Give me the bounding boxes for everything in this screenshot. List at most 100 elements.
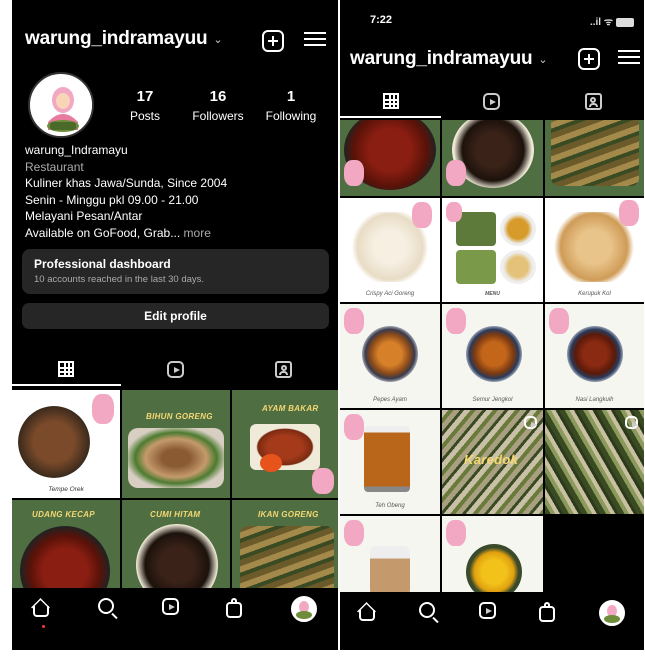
edit-profile-button[interactable]: Edit profile [22, 303, 329, 329]
profile-tabs [12, 352, 338, 386]
nav-reels[interactable] [479, 602, 501, 624]
reels-icon [479, 602, 496, 619]
professional-dashboard[interactable]: Professional dashboard 10 accounts reach… [22, 249, 329, 294]
more-link[interactable]: more [184, 226, 211, 240]
profile-bio: warung_Indramayu Restaurant Kuliner khas… [25, 142, 227, 241]
posts-value: 17 [136, 88, 154, 105]
post-caption: Crispy Aci Goreng [365, 291, 415, 297]
grid-icon [382, 93, 399, 109]
bio-line: Melayani Pesan/Antar [25, 209, 143, 223]
shop-icon [226, 598, 243, 618]
dashboard-subtitle: 10 accounts reached in the last 30 days. [34, 274, 205, 285]
bio-line: Kuliner khas Jawa/Sunda, Since 2004 [25, 176, 228, 190]
status-icons: ..il ᯤ [590, 14, 634, 28]
bio-line: Senin - Minggu pkl 09.00 - 21.00 [25, 192, 199, 207]
post-tile[interactable] [340, 120, 440, 196]
nav-profile-avatar[interactable] [599, 600, 625, 626]
category-label: Restaurant [25, 159, 84, 174]
reels-icon [625, 416, 638, 429]
nav-shop[interactable] [539, 602, 561, 624]
post-caption: IKAN GORENG [258, 510, 319, 519]
menu-icon[interactable] [304, 28, 326, 50]
followers-count[interactable]: 16 Followers [183, 88, 253, 123]
profile-screen-left: warung_indramayuu ⌄ 17 Posts 16 Follower… [12, 0, 338, 650]
post-tile[interactable]: Karedok [442, 410, 543, 514]
bio-line: Available on GoFood, Grab... [25, 225, 181, 240]
avatar-logo-icon [604, 605, 620, 623]
post-tile[interactable] [340, 516, 440, 592]
username-label[interactable]: warung_indramayuu [350, 48, 533, 70]
post-caption: Semur Jengkol [472, 397, 513, 403]
post-tile[interactable]: Crispy Aci Goreng [340, 198, 440, 302]
post-caption: CUMI HITAM [150, 510, 201, 519]
post-tile[interactable]: Semur Jengkol [442, 304, 543, 408]
bottom-nav [12, 588, 338, 630]
nav-profile-avatar[interactable] [290, 596, 317, 622]
nav-search[interactable] [97, 598, 120, 620]
post-caption: Teh Obeng [375, 503, 405, 509]
nav-shop[interactable] [226, 598, 248, 620]
tab-reels[interactable] [441, 84, 542, 118]
bottom-nav [340, 592, 644, 634]
home-icon [33, 606, 50, 617]
nav-home[interactable] [359, 602, 381, 624]
posts-count[interactable]: 17 Posts [110, 88, 180, 123]
following-count[interactable]: 1 Following [256, 88, 326, 123]
avatar-logo-icon [31, 75, 92, 136]
post-tile[interactable]: Kerupuk Kol [545, 198, 644, 302]
post-tile[interactable]: MENU [442, 198, 543, 302]
status-time: 7:22 [370, 14, 393, 26]
post-caption: BIHUN GORENG [146, 412, 213, 421]
avatar[interactable] [28, 72, 94, 138]
post-grid: Tempe Orek BIHUN GORENG AYAM BAKAR UDANG… [12, 390, 338, 608]
tagged-icon [275, 360, 293, 378]
profile-tabs [340, 84, 644, 118]
signal-wifi-icon: ..il ᯤ [589, 17, 613, 28]
post-caption: Pepes Ayam [373, 397, 407, 403]
display-name: warung_Indramayu [25, 143, 128, 157]
avatar-logo-icon [295, 601, 312, 619]
status-bar: 7:22 ..il ᯤ [340, 0, 644, 30]
username-label[interactable]: warung_indramayuu [25, 28, 208, 50]
reels-icon [524, 416, 537, 429]
post-tile[interactable]: Nasi Langkuih [545, 304, 644, 408]
post-grid: Crispy Aci Goreng MENU Kerupuk Kol Pepes… [340, 120, 644, 592]
grid-icon [58, 361, 75, 377]
new-post-icon[interactable] [262, 30, 284, 52]
post-tile[interactable] [545, 120, 644, 196]
post-tile[interactable] [545, 410, 644, 514]
reels-icon [161, 598, 179, 615]
tab-grid[interactable] [340, 84, 442, 118]
post-caption: Kerupuk Kol [578, 291, 611, 297]
new-post-icon[interactable] [578, 48, 600, 70]
shop-icon [539, 602, 555, 622]
nav-reels[interactable] [161, 598, 184, 620]
post-tile[interactable]: Tempe Orek [12, 390, 120, 498]
profile-header: warung_indramayuu ⌄ [25, 28, 338, 50]
post-caption: Tempe Orek [48, 486, 84, 493]
post-caption: AYAM BAKAR [262, 404, 319, 413]
nav-search[interactable] [419, 602, 441, 624]
post-tile[interactable] [442, 120, 543, 196]
post-caption: Karedok [464, 452, 519, 467]
post-tile[interactable]: Teh Obeng [340, 410, 440, 514]
nav-home[interactable] [33, 598, 55, 628]
menu-icon[interactable] [618, 46, 640, 68]
search-icon [419, 602, 435, 618]
tab-tagged[interactable] [229, 352, 338, 386]
chevron-down-icon[interactable]: ⌄ [213, 33, 222, 46]
posts-label: Posts [129, 109, 160, 123]
tab-grid[interactable] [12, 352, 121, 386]
post-caption: Nasi Langkuih [575, 397, 614, 403]
post-tile[interactable]: BIHUN GORENG [122, 390, 230, 498]
tab-reels[interactable] [121, 352, 230, 386]
post-tile[interactable]: AYAM BAKAR [232, 390, 338, 498]
dashboard-title: Professional dashboard [34, 257, 171, 271]
post-tile[interactable]: Pepes Ayam [340, 304, 440, 408]
chevron-down-icon[interactable]: ⌄ [538, 53, 547, 66]
reels-icon [483, 92, 501, 110]
post-tile[interactable] [442, 516, 543, 592]
home-icon [359, 610, 375, 621]
empty-tile [545, 516, 644, 592]
tab-tagged[interactable] [543, 84, 644, 118]
